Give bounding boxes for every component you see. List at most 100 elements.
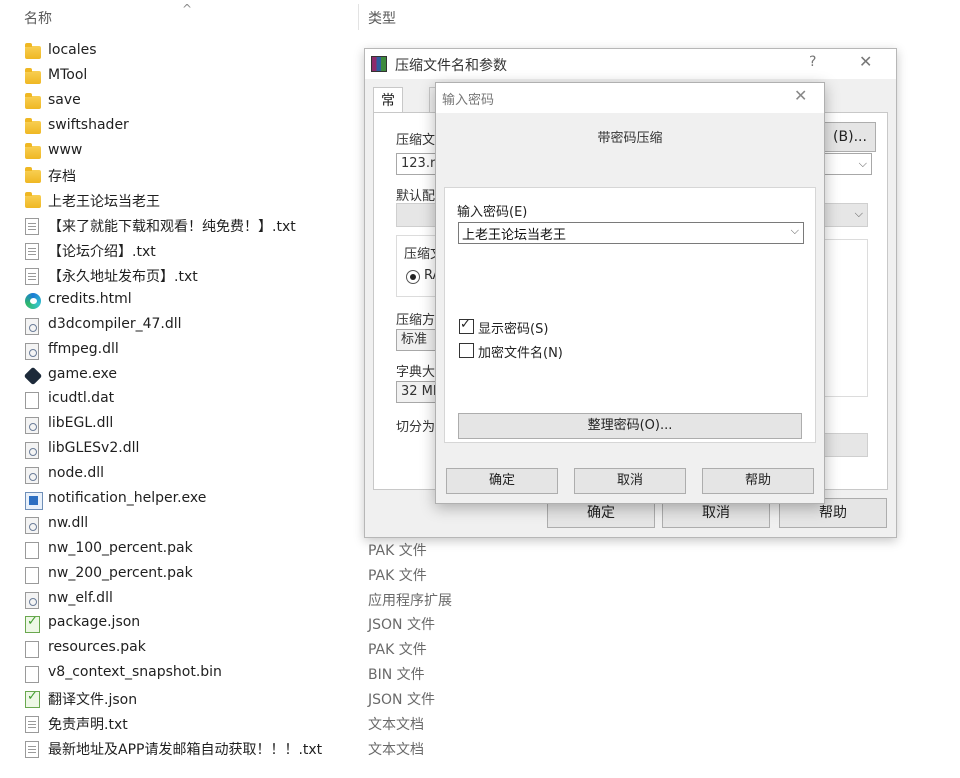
file-row[interactable]: resources.pak PAK 文件 (0, 636, 480, 661)
file-name: ffmpeg.dll (48, 340, 119, 357)
text-file-icon (25, 243, 39, 261)
file-name: 免责声明.txt (48, 717, 128, 734)
blank-file-icon (25, 666, 39, 684)
file-row[interactable]: nw_elf.dll 应用程序扩展 (0, 587, 480, 612)
show-password-checkbox[interactable] (459, 317, 474, 334)
text-file-icon (25, 268, 39, 286)
folder-icon (25, 67, 41, 84)
edge-html-icon (25, 292, 41, 309)
file-type: 文本文档 (368, 741, 424, 758)
dll-file-icon (25, 516, 39, 534)
password-help-button[interactable]: 帮助 (702, 468, 814, 494)
text-file-icon (25, 218, 39, 236)
folder-icon (25, 43, 41, 59)
tab-general[interactable]: 常规 (373, 87, 403, 135)
folder-icon (25, 117, 41, 134)
file-type: BIN 文件 (368, 667, 425, 684)
file-name: notification_helper.exe (48, 490, 207, 507)
file-row[interactable]: nw_100_percent.pak PAK 文件 (0, 537, 480, 562)
json-file-icon (25, 689, 40, 709)
file-type: JSON 文件 (368, 617, 435, 634)
exe-file-icon (25, 492, 43, 511)
file-name: libGLESv2.dll (48, 440, 140, 457)
password-ok-button[interactable]: 确定 (446, 468, 558, 494)
password-dialog-heading: 带密码压缩 (597, 131, 663, 146)
dll-file-icon (25, 317, 39, 335)
file-name: MTool (48, 66, 88, 83)
text-file-icon (25, 740, 39, 758)
password-dialog-titlebar: 输入密码 ✕ (436, 83, 824, 113)
archive-dialog-titlebar: 压缩文件名和参数 ? ✕ (365, 49, 896, 79)
close-icon[interactable]: ✕ (794, 86, 807, 105)
chevron-down-icon[interactable]: ⌵ (791, 224, 799, 238)
file-row[interactable]: v8_context_snapshot.bin BIN 文件 (0, 661, 480, 686)
file-row[interactable]: nw_200_percent.pak PAK 文件 (0, 562, 480, 587)
chevron-down-icon: ⌵ (858, 157, 867, 170)
blank-file-icon (25, 541, 39, 559)
password-input[interactable] (459, 223, 782, 243)
file-name: node.dll (48, 465, 105, 482)
folder-icon (25, 192, 41, 209)
file-name: 【论坛介绍】.txt (48, 244, 156, 261)
format-rar-radio[interactable] (406, 270, 420, 284)
blank-file-icon (25, 566, 39, 584)
file-name: nw_elf.dll (48, 589, 113, 606)
json-file-icon (25, 614, 40, 634)
encrypt-filenames-label: 加密文件名(N) (478, 346, 563, 361)
password-dialog: 输入密码 ✕ 带密码压缩 输入密码(E) ⌵ 显示密码(S) 加密文件名(N) … (435, 82, 825, 504)
dll-file-icon (25, 342, 39, 360)
file-name: 【永久地址发布页】.txt (48, 269, 198, 286)
file-type: 文本文档 (368, 717, 424, 734)
password-cancel-button[interactable]: 取消 (574, 468, 686, 494)
file-name: game.exe (48, 365, 118, 382)
blank-file-icon (25, 641, 39, 659)
file-name: d3dcompiler_47.dll (48, 315, 182, 332)
file-name: nw_200_percent.pak (48, 564, 193, 581)
file-name: v8_context_snapshot.bin (48, 664, 222, 681)
column-header-type[interactable]: 类型 (368, 8, 396, 28)
file-name: www (48, 141, 83, 158)
blank-file-icon (25, 392, 39, 410)
dll-file-icon (25, 442, 39, 460)
password-combo[interactable]: ⌵ (458, 222, 804, 244)
browse-button[interactable]: (B)... (824, 122, 876, 152)
password-dialog-title: 输入密码 (442, 93, 495, 108)
dll-file-icon (25, 467, 39, 485)
folder-icon (25, 92, 41, 109)
file-name: 存档 (48, 169, 76, 186)
file-name: 上老王论坛当老王 (48, 194, 160, 211)
file-name: locales (48, 42, 97, 58)
show-password-label: 显示密码(S) (478, 322, 549, 337)
file-type: PAK 文件 (368, 542, 427, 559)
close-icon[interactable]: ✕ (859, 52, 872, 71)
text-file-icon (25, 716, 39, 734)
file-name: credits.html (48, 290, 132, 307)
file-type: JSON 文件 (368, 692, 435, 709)
file-name: package.json (48, 614, 141, 631)
folder-icon (25, 142, 41, 159)
file-row[interactable]: 免责声明.txt 文本文档 (0, 711, 480, 736)
file-row[interactable]: 翻译文件.json JSON 文件 (0, 686, 480, 711)
winrar-app-icon (371, 56, 387, 72)
column-header-name[interactable]: 名称 (24, 8, 52, 28)
encrypt-filenames-checkbox[interactable] (459, 343, 474, 358)
game-exe-icon (23, 366, 43, 385)
sort-up-icon: ^ (182, 2, 193, 16)
dictionary-label: 字典大 (396, 365, 436, 380)
dll-file-icon (25, 417, 39, 435)
column-separator (358, 4, 359, 30)
help-question-icon[interactable]: ? (809, 54, 816, 70)
folder-icon (25, 167, 41, 184)
file-name: nw_100_percent.pak (48, 539, 193, 556)
file-name: save (48, 91, 81, 108)
file-type: PAK 文件 (368, 567, 427, 584)
file-row[interactable]: package.json JSON 文件 (0, 611, 480, 636)
organize-passwords-button[interactable]: 整理密码(O)... (458, 413, 802, 439)
method-label: 压缩方 (396, 313, 436, 328)
file-name: swiftshader (48, 116, 129, 133)
file-name: nw.dll (48, 514, 89, 531)
file-name: 【来了就能下载和观看！纯免费！】.txt (48, 219, 296, 236)
file-row[interactable]: 最新地址及APP请发邮箱自动获取！！！.txt 文本文档 (0, 736, 480, 761)
file-name: 最新地址及APP请发邮箱自动获取！！！.txt (48, 741, 323, 758)
split-label: 切分为 (396, 420, 436, 435)
